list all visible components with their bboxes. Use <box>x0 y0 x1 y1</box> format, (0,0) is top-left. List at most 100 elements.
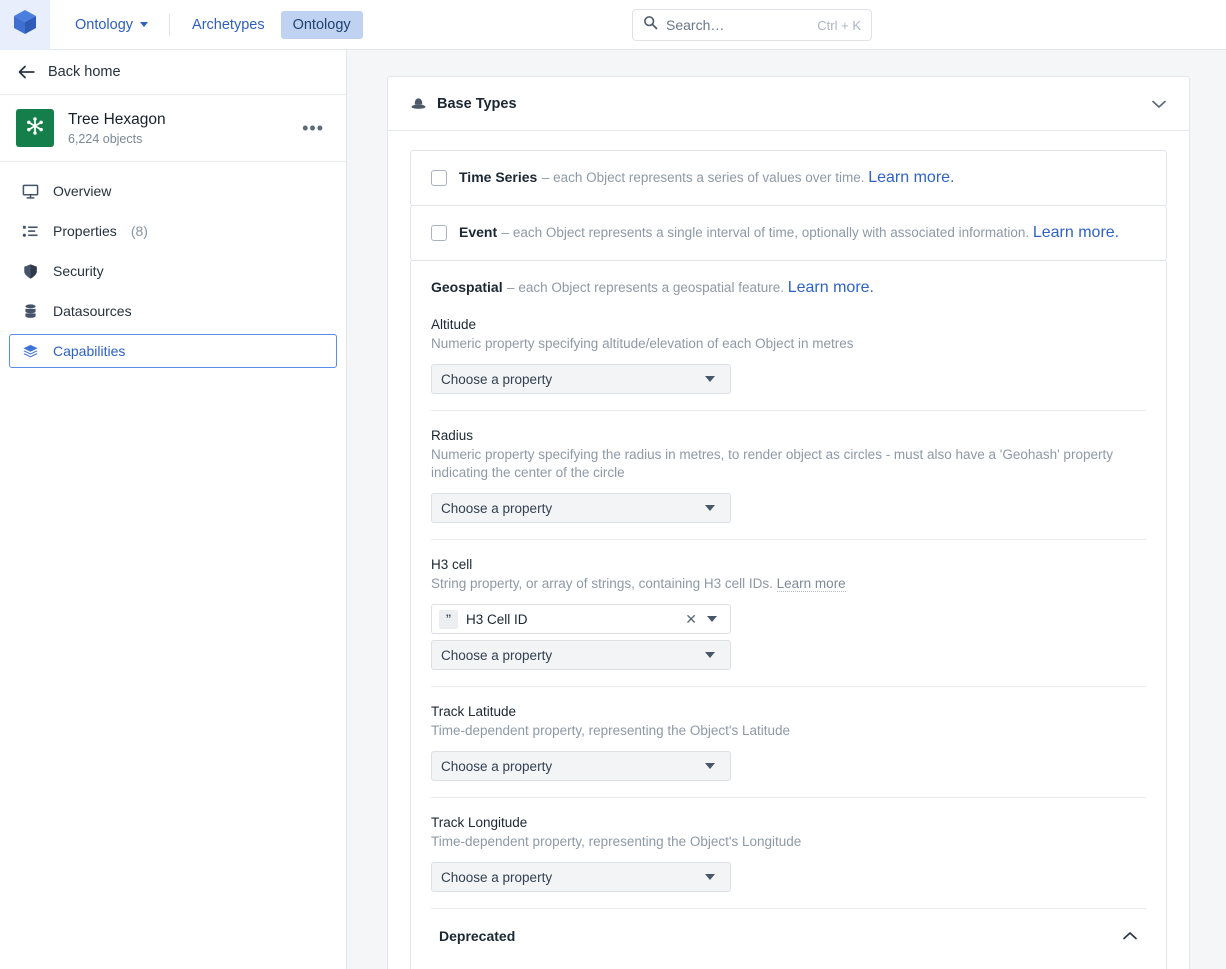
chevron-down-icon <box>705 505 715 511</box>
search-placeholder: Search… <box>666 17 725 33</box>
learn-more-link[interactable]: Learn more. <box>788 279 874 296</box>
geospatial-header: Geospatial – each Object represents a ge… <box>431 279 1146 297</box>
sidebar-item-properties[interactable]: Properties (8) <box>9 214 337 248</box>
h3-cell-selected-property[interactable]: ” H3 Cell ID ✕ <box>431 604 731 634</box>
base-type-row: Time Series – each Object represents a s… <box>431 169 1146 187</box>
object-title: Tree Hexagon <box>68 111 166 128</box>
base-type-dash: – <box>501 225 513 240</box>
base-type-name: Event <box>459 224 498 240</box>
field-track-latitude: Track Latitude Time-dependent property, … <box>431 686 1146 797</box>
field-radius: Radius Numeric property specifying the r… <box>431 410 1146 539</box>
select-value: Choose a property <box>441 371 553 387</box>
sidebar-item-count: (8) <box>130 223 148 239</box>
sidebar-item-capabilities[interactable]: Capabilities <box>9 334 337 368</box>
nav-tabs: Archetypes Ontology <box>180 10 363 39</box>
selected-property-label: H3 Cell ID <box>466 611 528 627</box>
track-latitude-property-select[interactable]: Choose a property <box>431 751 731 781</box>
sidebar-item-label: Overview <box>53 183 112 199</box>
monitor-icon <box>21 182 39 200</box>
chevron-down-icon <box>705 874 715 880</box>
sidebar: Back home Tree Hexagon 6,224 objects •••… <box>0 50 347 969</box>
select-value: Choose a property <box>441 869 553 885</box>
sidebar-item-overview[interactable]: Overview <box>9 174 337 208</box>
base-type-dash: – <box>541 170 554 185</box>
base-type-text: Event – each Object represents a single … <box>459 224 1119 242</box>
geospatial-name: Geospatial <box>431 279 503 295</box>
chevron-up-icon[interactable] <box>1122 931 1138 941</box>
base-types-body: Time Series – each Object represents a s… <box>388 131 1189 969</box>
back-home-label: Back home <box>48 64 121 80</box>
field-description: Numeric property specifying altitude/ele… <box>431 336 854 351</box>
time-series-checkbox[interactable] <box>431 170 447 186</box>
base-types-header[interactable]: Base Types <box>388 77 1189 131</box>
app-menu-button[interactable]: Ontology <box>64 12 159 38</box>
base-type-geospatial: Geospatial – each Object represents a ge… <box>410 260 1167 969</box>
base-type-time-series: Time Series – each Object represents a s… <box>410 150 1167 206</box>
quote-icon: ” <box>439 609 458 629</box>
sidebar-item-label: Capabilities <box>53 343 126 359</box>
radius-property-select[interactable]: Choose a property <box>431 493 731 523</box>
search-container: Search… Ctrl + K <box>632 9 872 41</box>
geospatial-description: each Object represents a geospatial feat… <box>518 280 788 295</box>
event-checkbox[interactable] <box>431 225 447 241</box>
field-label: H3 cell <box>431 557 473 572</box>
deprecated-section-header[interactable]: Deprecated <box>431 908 1146 962</box>
field-label: Track Latitude <box>431 704 517 719</box>
search-shortcut-hint: Ctrl + K <box>817 17 861 33</box>
arrow-left-icon <box>18 65 36 79</box>
snowflake-icon <box>24 115 46 142</box>
base-type-description: each Object represents a single interval… <box>512 225 1033 240</box>
sidebar-item-label: Datasources <box>53 303 132 319</box>
track-longitude-property-select[interactable]: Choose a property <box>431 862 731 892</box>
select-value: Choose a property <box>441 647 553 663</box>
app-logo[interactable] <box>0 0 50 50</box>
select-value: Choose a property <box>441 758 553 774</box>
sidebar-item-label: Properties <box>53 223 117 239</box>
search-icon <box>643 15 658 35</box>
object-header: Tree Hexagon 6,224 objects ••• <box>0 95 346 162</box>
chevron-down-icon <box>705 763 715 769</box>
cube-icon <box>12 8 38 41</box>
h3-cell-property-select[interactable]: Choose a property <box>431 640 731 670</box>
top-bar: Ontology Archetypes Ontology Search… Ctr… <box>0 0 1226 50</box>
field-label: Track Longitude <box>431 815 528 830</box>
tab-ontology[interactable]: Ontology <box>280 10 363 39</box>
back-home-button[interactable]: Back home <box>0 50 346 95</box>
app-menu-label: Ontology <box>75 16 134 33</box>
learn-more-link[interactable]: Learn more. <box>1033 224 1119 241</box>
sidebar-item-datasources[interactable]: Datasources <box>9 294 337 328</box>
object-meta: Tree Hexagon 6,224 objects <box>68 110 282 146</box>
main-content: Base Types Time Series – each Object rep… <box>347 50 1226 969</box>
learn-more-tooltip-link[interactable]: Learn more <box>776 576 846 592</box>
clear-selection-icon[interactable]: ✕ <box>683 611 699 628</box>
object-count: 6,224 objects <box>68 132 143 146</box>
field-altitude: Altitude Numeric property specifying alt… <box>431 317 1146 410</box>
card-title: Base Types <box>437 95 517 112</box>
altitude-property-select[interactable]: Choose a property <box>431 364 731 394</box>
object-more-menu-button[interactable]: ••• <box>296 119 330 137</box>
hat-icon <box>410 96 427 111</box>
base-type-text: Time Series – each Object represents a s… <box>459 169 955 187</box>
shield-icon <box>21 262 39 280</box>
tab-archetypes[interactable]: Archetypes <box>180 11 277 39</box>
field-description: Numeric property specifying the radius i… <box>431 447 1113 480</box>
list-icon <box>21 222 39 240</box>
sidebar-item-security[interactable]: Security <box>9 254 337 288</box>
field-description: Time-dependent property, representing th… <box>431 834 802 849</box>
field-description-wrap: String property, or array of strings, co… <box>431 575 1121 593</box>
layers-icon <box>21 342 39 360</box>
object-avatar <box>16 109 54 147</box>
field-description: String property, or array of strings, co… <box>431 576 777 591</box>
field-label: Radius <box>431 428 474 443</box>
search-input[interactable]: Search… Ctrl + K <box>632 9 872 41</box>
base-type-event: Event – each Object represents a single … <box>410 205 1167 261</box>
chevron-down-icon[interactable] <box>1151 99 1167 109</box>
base-type-row: Event – each Object represents a single … <box>431 224 1146 242</box>
field-track-longitude: Track Longitude Time-dependent property,… <box>431 797 1146 908</box>
learn-more-link[interactable]: Learn more. <box>868 169 954 186</box>
field-description: Time-dependent property, representing th… <box>431 723 791 738</box>
toolbar-divider <box>169 13 171 36</box>
database-icon <box>21 302 39 320</box>
deprecated-title: Deprecated <box>439 927 516 944</box>
chevron-down-icon <box>707 616 717 622</box>
